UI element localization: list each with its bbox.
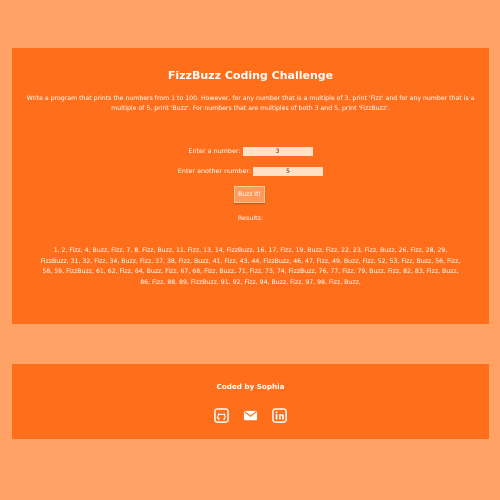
second-number-input[interactable] [253, 166, 324, 176]
main-card: FizzBuzz Coding Challenge Write a progra… [12, 48, 489, 324]
github-icon[interactable] [214, 408, 229, 423]
first-number-input[interactable] [242, 146, 313, 156]
author-credit: Coded by Sophia [216, 382, 285, 391]
footer: Coded by Sophia [12, 364, 489, 439]
results-label: Results: [237, 214, 264, 222]
first-number-label: Enter a number: [188, 147, 241, 155]
results-output: 1, 2, Fizz, 4, Buzz, Fizz, 7, 8, Fizz, B… [40, 247, 461, 286]
second-number-row: Enter another number: [12, 166, 489, 176]
page-title: FizzBuzz Coding Challenge [167, 69, 334, 82]
challenge-description: Write a program that prints the numbers … [26, 95, 475, 112]
buzz-it-button[interactable]: Buzz It! [234, 186, 265, 203]
email-icon[interactable] [243, 408, 258, 423]
first-number-row: Enter a number: [12, 146, 489, 156]
second-number-label: Enter another number: [177, 167, 252, 175]
linkedin-icon[interactable] [272, 408, 287, 423]
social-links [12, 408, 489, 423]
